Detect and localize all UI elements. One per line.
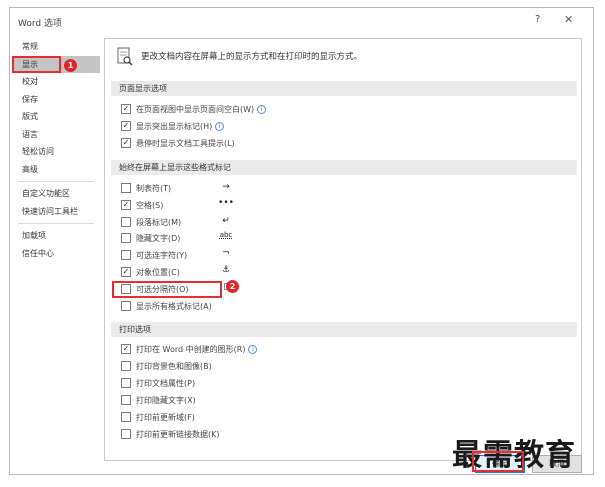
option-label: 打印文档属性(P)	[136, 379, 196, 388]
sidebar-item-addins[interactable]: 加载项	[12, 227, 100, 245]
sidebar-item-language[interactable]: 语言	[12, 126, 100, 144]
checkbox-unchecked[interactable]	[121, 428, 131, 439]
checkbox-unchecked[interactable]	[121, 232, 131, 243]
option-update-fields[interactable]: 打印前更新域(F)	[121, 411, 195, 425]
section-header-print: 打印选项	[111, 322, 577, 337]
sidebar-divider	[18, 181, 94, 182]
close-button[interactable]: ✕	[564, 13, 573, 26]
sidebar-item-general[interactable]: 常规	[12, 38, 100, 56]
option-tab-characters[interactable]: 制表符(T)	[121, 182, 171, 196]
checkbox-unchecked[interactable]	[121, 360, 131, 371]
sidebar-divider	[18, 223, 94, 224]
option-label: 空格(S)	[136, 201, 164, 210]
checkbox-checked[interactable]: ✓	[121, 120, 131, 131]
options-panel: 更改文档内容在屏幕上的显示方式和在打印时的显示方式。 页面显示选项 ✓ 在页面视图…	[104, 38, 582, 461]
sidebar-item-quick-access-toolbar[interactable]: 快速访问工具栏	[12, 203, 100, 221]
info-icon: i	[257, 105, 267, 114]
option-print-drawings[interactable]: ✓ 打印在 Word 中创建的图形(R) i	[121, 343, 258, 357]
option-label: 显示所有格式标记(A)	[136, 302, 212, 311]
panel-description: 更改文档内容在屏幕上的显示方式和在打印时的显示方式。	[141, 52, 363, 62]
sidebar-item-save[interactable]: 保存	[12, 91, 100, 109]
annotation-badge-2: 2	[226, 280, 239, 293]
option-update-linked-data[interactable]: 打印前更新链接数据(K)	[121, 428, 220, 442]
sidebar-item-proofing[interactable]: 校对	[12, 73, 100, 91]
hidden-text-mark-icon: abc	[219, 231, 233, 239]
checkbox-unchecked[interactable]	[121, 300, 131, 311]
option-object-anchors[interactable]: ✓ 对象位置(C)	[121, 266, 180, 280]
option-label: 悬停时显示文档工具提示(L)	[136, 139, 235, 148]
option-label: 打印在 Word 中创建的图形(R)	[136, 345, 246, 354]
sidebar-item-layout[interactable]: 版式	[12, 108, 100, 126]
checkbox-unchecked[interactable]	[121, 249, 131, 260]
paragraph-mark-icon: ↵	[222, 216, 230, 226]
checkbox-unchecked[interactable]	[121, 182, 131, 193]
option-label: 打印隐藏文字(X)	[136, 396, 196, 405]
checkbox-checked[interactable]: ✓	[121, 199, 131, 210]
section-header-formatting-marks: 始终在屏幕上显示这些格式标记	[111, 160, 577, 175]
option-label: 对象位置(C)	[136, 268, 180, 277]
checkbox-checked[interactable]: ✓	[121, 266, 131, 277]
sidebar-item-accessibility[interactable]: 轻松访问	[12, 143, 100, 161]
option-optional-hyphens[interactable]: 可选连字符(Y)	[121, 249, 187, 263]
help-button[interactable]: ?	[535, 14, 540, 25]
checkbox-checked[interactable]: ✓	[121, 103, 131, 114]
optional-hyphen-mark-icon: ¬	[222, 248, 230, 258]
word-options-dialog: Word 选项 ? ✕ 常规 显示 校对 保存 版式 语言 轻松访问 高级 自定…	[9, 7, 594, 475]
tab-mark-icon: →	[222, 182, 230, 192]
option-label: 显示突出显示标记(H)	[136, 122, 213, 131]
space-mark-icon: •••	[218, 198, 234, 208]
option-spaces[interactable]: ✓ 空格(S)	[121, 199, 163, 213]
dialog-title: Word 选项	[18, 19, 62, 29]
option-label: 打印背景色和图像(B)	[136, 362, 212, 371]
checkbox-checked[interactable]: ✓	[121, 343, 131, 354]
sidebar-item-advanced[interactable]: 高级	[12, 161, 100, 179]
option-label: 隐藏文字(D)	[136, 234, 181, 243]
option-label: 打印前更新链接数据(K)	[136, 430, 220, 439]
option-show-all-marks[interactable]: 显示所有格式标记(A)	[121, 300, 212, 314]
checkbox-unchecked[interactable]	[121, 411, 131, 422]
sidebar-item-customize-ribbon[interactable]: 自定义功能区	[12, 185, 100, 203]
document-magnifier-icon	[117, 47, 133, 66]
sidebar-item-trust-center[interactable]: 信任中心	[12, 245, 100, 263]
annotation-box-show-all-marks	[112, 281, 222, 298]
option-print-background[interactable]: 打印背景色和图像(B)	[121, 360, 212, 374]
option-show-tooltips[interactable]: ✓ 悬停时显示文档工具提示(L)	[121, 137, 235, 151]
checkbox-unchecked[interactable]	[121, 216, 131, 227]
checkbox-checked[interactable]: ✓	[121, 137, 131, 148]
annotation-box-display	[12, 56, 61, 73]
option-label: 打印前更新域(F)	[136, 413, 195, 422]
annotation-box-ok	[472, 451, 524, 472]
section-header-page-display: 页面显示选项	[111, 81, 577, 96]
checkbox-unchecked[interactable]	[121, 394, 131, 405]
option-show-highlighter[interactable]: ✓ 显示突出显示标记(H) i	[121, 120, 225, 134]
option-print-hidden-text[interactable]: 打印隐藏文字(X)	[121, 394, 196, 408]
option-label: 段落标记(M)	[136, 218, 182, 227]
annotation-badge-1: 1	[64, 59, 77, 72]
option-hidden-text[interactable]: 隐藏文字(D)	[121, 232, 180, 246]
info-icon: i	[248, 345, 258, 354]
option-print-properties[interactable]: 打印文档属性(P)	[121, 377, 195, 391]
option-paragraph-marks[interactable]: 段落标记(M)	[121, 216, 181, 230]
option-label: 在页面视图中显示页面间空白(W)	[136, 105, 255, 114]
option-show-whitespace[interactable]: ✓ 在页面视图中显示页面间空白(W) i	[121, 103, 267, 117]
info-icon: i	[215, 122, 225, 131]
option-label: 可选连字符(Y)	[136, 251, 188, 260]
checkbox-unchecked[interactable]	[121, 377, 131, 388]
option-label: 制表符(T)	[136, 184, 172, 193]
anchor-icon: ⚓	[221, 265, 231, 275]
